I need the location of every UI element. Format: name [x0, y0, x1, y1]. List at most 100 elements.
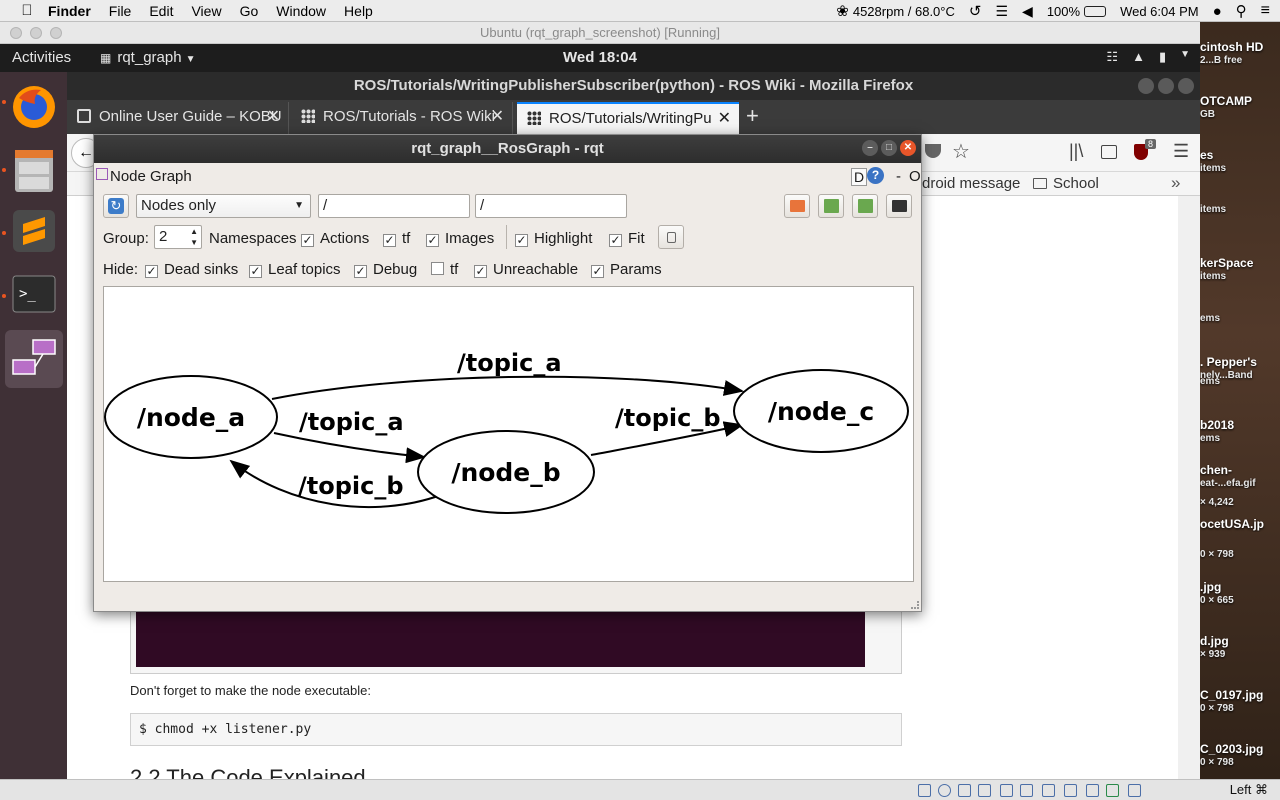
menu-app-finder[interactable]: Finder [48, 3, 91, 19]
fan-icon[interactable]: ❀ [836, 2, 849, 20]
display-icon[interactable] [1042, 784, 1055, 797]
menu-view[interactable]: View [191, 3, 221, 19]
unreachable-checkbox[interactable]: Unreachable [474, 261, 578, 278]
firefox-launcher[interactable] [5, 78, 63, 136]
hide-tf-checkbox[interactable]: tf [431, 261, 458, 278]
graph-node[interactable]: /node_a [104, 375, 278, 459]
graph-node[interactable]: /node_c [733, 369, 909, 453]
pocket-icon[interactable] [925, 144, 941, 158]
keyboard-capture-icon[interactable] [1128, 784, 1141, 797]
desktop-item[interactable]: × 4,242 [1200, 496, 1280, 508]
notification-center-icon[interactable]: ≡ [1261, 2, 1270, 20]
fit-in-view-button[interactable] [658, 225, 684, 249]
maximize-button[interactable]: □ [881, 140, 897, 156]
close-icon[interactable]: ✕ [718, 104, 731, 134]
desktop-item[interactable]: C_0197.jpg 0 × 798 [1200, 688, 1280, 714]
highlight-checkbox[interactable]: Highlight [515, 230, 592, 247]
desktop-item[interactable]: chen-eat-...efa.gif [1200, 463, 1280, 489]
spinbox-arrows-icon[interactable]: ▲ ▼ [190, 226, 198, 248]
desktop-item[interactable]: OTCAMP GB [1200, 94, 1280, 120]
vbox-zoom-button[interactable] [50, 27, 62, 39]
library-icon[interactable]: ||\ [1069, 141, 1083, 162]
system-menu-chevron-icon[interactable]: ▼ [1180, 49, 1190, 65]
close-button[interactable] [1178, 78, 1194, 94]
debug-checkbox[interactable]: Debug [354, 261, 417, 278]
user-icon[interactable]: ● [1213, 3, 1222, 20]
dead-sinks-checkbox[interactable]: Dead sinks [145, 261, 238, 278]
desktop-item[interactable]: ems [1200, 312, 1280, 324]
sublime-text-launcher[interactable] [5, 202, 63, 260]
desktop-item[interactable]: C_0203.jpg 0 × 798 [1200, 742, 1280, 768]
bookmark-folder-school[interactable]: School [1053, 175, 1099, 192]
edge-node-a-to-node-b[interactable] [273, 432, 426, 464]
tab-online-user-guide[interactable]: Online User Guide – KOBU ✕ [67, 102, 289, 134]
fan-status[interactable]: 4528rpm / 68.0°C [853, 4, 955, 19]
vbox-close-button[interactable] [10, 27, 22, 39]
volume-icon[interactable]: ▲ [1132, 49, 1145, 65]
network-icon[interactable]: ☷ [1106, 49, 1118, 65]
graph-type-select[interactable]: Nodes only ▼ [136, 194, 311, 218]
desktop-item[interactable]: ocetUSA.jp [1200, 517, 1280, 532]
leaf-topics-checkbox[interactable]: Leaf topics [249, 261, 341, 278]
desktop-item[interactable]: ems [1200, 375, 1280, 387]
minimize-plugin-button[interactable]: - [896, 168, 901, 185]
menubar-clock[interactable]: Wed 6:04 PM [1120, 4, 1199, 19]
help-icon[interactable]: ? [867, 167, 884, 184]
files-launcher[interactable] [5, 142, 63, 200]
desktop-item[interactable]: es items [1200, 148, 1280, 174]
close-button[interactable]: ✕ [900, 140, 916, 156]
battery-icon[interactable] [1084, 5, 1107, 17]
dock-button[interactable]: D [851, 168, 868, 186]
hdd-icon[interactable] [918, 784, 931, 797]
apple-icon[interactable]:  [18, 2, 36, 19]
cpu-icon[interactable] [1086, 784, 1099, 797]
close-icon[interactable]: ✕ [491, 102, 504, 132]
battery-percent[interactable]: 100% [1047, 4, 1080, 19]
minimize-button[interactable]: – [862, 140, 878, 156]
close-icon[interactable]: ✕ [267, 102, 280, 132]
minimize-button[interactable] [1138, 78, 1154, 94]
wifi-icon[interactable]: ☰ [995, 3, 1008, 20]
rqt-launcher[interactable] [5, 330, 63, 388]
graph-node[interactable]: /node_b [417, 430, 595, 514]
bookmark-star-icon[interactable]: ☆ [952, 139, 970, 164]
refresh-button[interactable]: ↻ [103, 194, 129, 218]
spotlight-icon[interactable]: ⚲ [1236, 2, 1247, 20]
edge-node-a-to-node-c[interactable] [271, 375, 744, 400]
page-scrollbar[interactable] [1178, 196, 1200, 779]
tab-ros-writing-pubsub[interactable]: ROS/Tutorials/WritingPu ✕ [517, 102, 739, 134]
graph-canvas[interactable]: /topic_a /topic_a /topic_b /topic_b /nod… [103, 286, 914, 582]
close-plugin-button[interactable]: O [909, 168, 921, 185]
menu-window[interactable]: Window [276, 3, 326, 19]
vbox-minimize-button[interactable] [30, 27, 42, 39]
ros-graph[interactable]: /topic_a /topic_a /topic_b /topic_b /nod… [104, 287, 913, 581]
new-tab-button[interactable]: + [746, 103, 759, 129]
ubuntu-clock[interactable]: Wed 18:04 [0, 49, 1200, 66]
terminal-launcher[interactable]: >_ [5, 266, 63, 324]
resize-grip-icon[interactable] [911, 601, 919, 609]
save-svg-button[interactable] [852, 194, 878, 218]
desktop-item[interactable]: 0 × 798 [1200, 548, 1280, 560]
maximize-button[interactable] [1158, 78, 1174, 94]
namespace-filter-input[interactable]: / [318, 194, 470, 218]
shared-folder-icon[interactable] [1020, 784, 1033, 797]
sidebar-icon[interactable] [1101, 145, 1117, 159]
mouse-integration-icon[interactable] [1106, 784, 1119, 797]
network-icon[interactable] [978, 784, 991, 797]
usb-icon[interactable] [1000, 784, 1013, 797]
group-tf-checkbox[interactable]: tf [383, 230, 410, 247]
menu-help[interactable]: Help [344, 3, 373, 19]
group-spinbox[interactable]: 2 ▲ ▼ [154, 225, 202, 249]
save-image-button[interactable] [886, 194, 912, 218]
desktop-item[interactable]: cintosh HD 2...B free [1200, 40, 1280, 66]
topic-filter-input[interactable]: / [475, 194, 627, 218]
load-dot-button[interactable] [784, 194, 810, 218]
menu-file[interactable]: File [109, 3, 132, 19]
menu-go[interactable]: Go [240, 3, 259, 19]
hamburger-menu-icon[interactable]: ☰ [1173, 141, 1189, 162]
actions-checkbox[interactable]: Actions [301, 230, 369, 247]
namespaces-checkbox[interactable]: Namespaces [209, 230, 297, 247]
tab-ros-tutorials[interactable]: ROS/Tutorials - ROS Wiki ✕ [291, 102, 513, 134]
audio-icon[interactable] [958, 784, 971, 797]
fit-checkbox[interactable]: Fit [609, 230, 645, 247]
